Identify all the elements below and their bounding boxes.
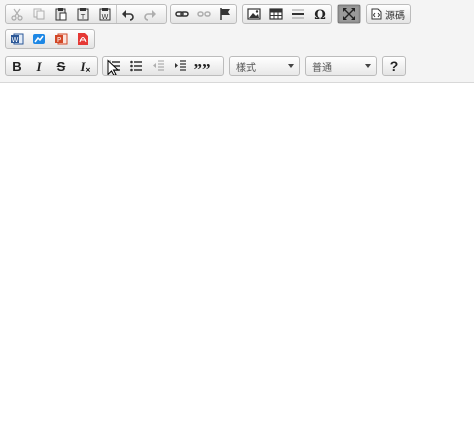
help-label: ?: [389, 58, 399, 74]
copy-button[interactable]: [28, 5, 50, 23]
excel-import-icon: [33, 34, 45, 44]
image-icon: [247, 8, 261, 20]
paste-button[interactable]: [50, 5, 72, 23]
excel-import-button[interactable]: [28, 30, 50, 48]
cut-button[interactable]: [6, 5, 28, 23]
format-combo[interactable]: 普通: [305, 56, 377, 76]
format-combo-label: 普通: [312, 62, 332, 74]
bold-label: B: [12, 58, 22, 74]
word-import-button[interactable]: W: [6, 30, 28, 48]
insert-group: Ω: [242, 4, 332, 24]
link-icon: [175, 11, 189, 17]
maximize-button[interactable]: [338, 5, 360, 23]
svg-text:T: T: [80, 13, 86, 21]
unlink-button[interactable]: [193, 5, 215, 23]
special-char-icon: Ω: [314, 8, 326, 21]
outdent-button[interactable]: [147, 57, 169, 75]
source-label: 源碼: [385, 10, 405, 22]
italic-button[interactable]: I: [28, 57, 50, 75]
table-icon: [269, 8, 283, 20]
strikethrough-button[interactable]: S: [50, 57, 72, 75]
chevron-down-icon: [288, 64, 294, 68]
numbered-list-button[interactable]: 123: [103, 57, 125, 75]
copy-icon: [33, 8, 45, 20]
link-button[interactable]: [171, 5, 193, 23]
redo-icon: [144, 10, 156, 21]
paste-from-word-button[interactable]: W: [94, 5, 116, 23]
horizontal-rule-icon: [292, 9, 304, 19]
blockquote-label: ””: [193, 59, 211, 79]
help-button[interactable]: ?: [383, 57, 405, 75]
undo-button[interactable]: [117, 5, 139, 23]
strike-label: S: [56, 58, 66, 74]
special-char-button[interactable]: Ω: [309, 5, 331, 23]
cut-icon: [11, 8, 23, 21]
maximize-icon: [343, 8, 355, 20]
tools-group: [337, 4, 361, 24]
link-group: [170, 4, 237, 24]
bulleted-list-icon: [130, 60, 142, 72]
blockquote-button[interactable]: ””: [191, 57, 213, 79]
editor-toolbar: T W Ω 源碼 W P B I S I × ”” 樣式 普通 ?: [0, 0, 474, 83]
indent-button[interactable]: [169, 57, 191, 75]
clipboard-group: T W: [5, 4, 167, 24]
svg-text:Ω: Ω: [314, 8, 326, 21]
pdf-import-button[interactable]: [72, 30, 94, 48]
image-button[interactable]: [243, 5, 265, 23]
paste-icon: [55, 8, 67, 21]
paste-from-word-icon: W: [99, 8, 111, 21]
svg-text:W: W: [12, 36, 19, 44]
styles-combo[interactable]: 樣式: [229, 56, 300, 76]
outdent-icon: [153, 60, 164, 71]
word-import-icon: W: [11, 33, 24, 45]
anchor-button[interactable]: [214, 5, 236, 23]
import-group: W P: [5, 29, 95, 49]
mouse-cursor-icon: [107, 59, 120, 75]
source-button[interactable]: 源碼: [367, 5, 409, 23]
paste-text-icon: T: [77, 8, 89, 21]
anchor-icon: [220, 8, 231, 20]
powerpoint-import-button[interactable]: P: [50, 30, 72, 48]
source-group: 源碼: [366, 4, 411, 24]
italic-label: I: [36, 58, 42, 74]
chevron-down-icon: [365, 64, 371, 68]
svg-text:P: P: [57, 36, 61, 44]
editor-content-area[interactable]: [0, 83, 474, 447]
paragraph-group: 123 ””: [102, 56, 224, 79]
indent-icon: [175, 60, 186, 71]
remove-format-x-icon: ×: [85, 66, 91, 74]
svg-text:W: W: [102, 13, 109, 21]
horizontal-rule-button[interactable]: [287, 5, 309, 23]
source-icon: [371, 8, 382, 20]
powerpoint-import-icon: P: [55, 33, 68, 45]
pdf-import-icon: [78, 33, 88, 45]
table-button[interactable]: [265, 5, 287, 23]
bold-button[interactable]: B: [6, 57, 28, 75]
remove-format-button[interactable]: I ×: [72, 57, 94, 75]
paste-text-button[interactable]: T: [72, 5, 94, 23]
undo-icon: [122, 10, 134, 21]
styles-combo-label: 樣式: [236, 62, 256, 74]
redo-button[interactable]: [139, 5, 161, 23]
help-group: ?: [382, 56, 406, 76]
basic-styles-group: B I S I ×: [5, 56, 98, 76]
unlink-icon: [196, 11, 211, 17]
bulleted-list-button[interactable]: [125, 57, 147, 75]
